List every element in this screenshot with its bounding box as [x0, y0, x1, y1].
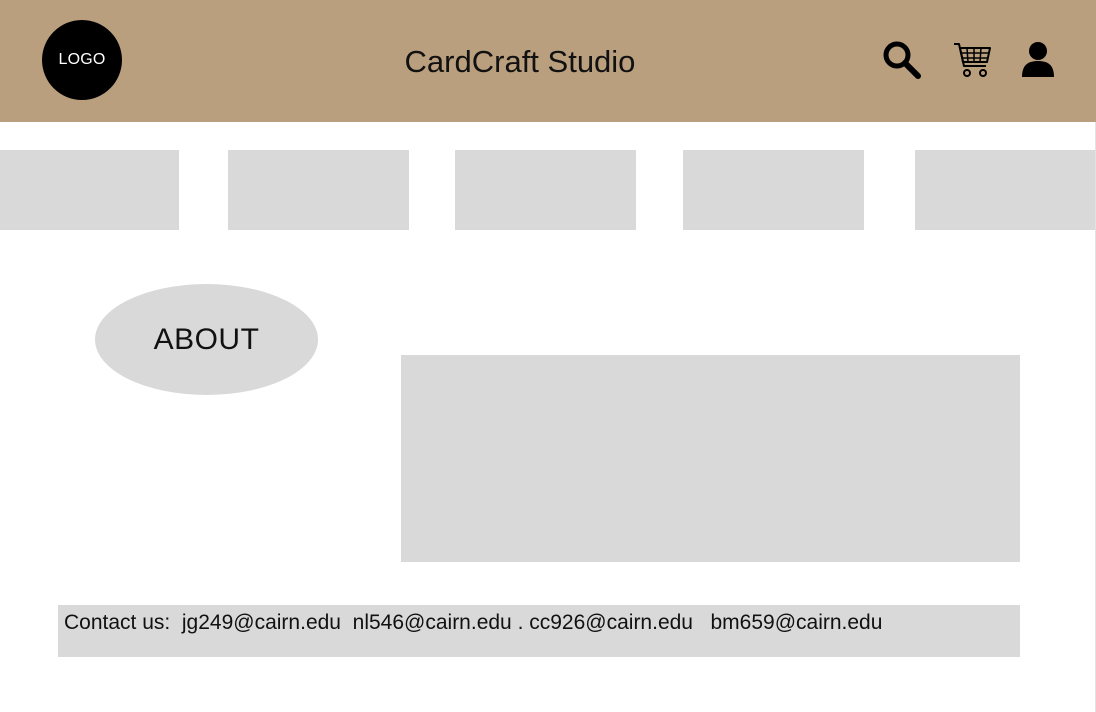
nav-tile-5[interactable]: [915, 150, 1096, 230]
about-content-placeholder: [401, 355, 1020, 562]
nav-tile-1[interactable]: [0, 150, 179, 230]
logo[interactable]: LOGO: [42, 20, 122, 100]
about-button[interactable]: ABOUT: [95, 284, 318, 395]
nav-tile-4[interactable]: [683, 150, 864, 230]
page: LOGO CardCraft Studio ABOUT Contact us: …: [0, 0, 1096, 712]
nav-tile-2[interactable]: [228, 150, 409, 230]
about-label: ABOUT: [153, 322, 260, 356]
search-icon[interactable]: [882, 40, 922, 80]
nav-tile-3[interactable]: [455, 150, 636, 230]
logo-text: LOGO: [58, 51, 106, 68]
contact-text: Contact us: jg249@cairn.edu nl546@cairn.…: [64, 611, 883, 634]
site-title: CardCraft Studio: [404, 44, 636, 79]
user-icon[interactable]: [1020, 40, 1056, 78]
site-header: LOGO CardCraft Studio: [0, 0, 1096, 122]
cart-icon[interactable]: [952, 40, 994, 80]
contact-bar: Contact us: jg249@cairn.edu nl546@cairn.…: [58, 605, 1020, 657]
